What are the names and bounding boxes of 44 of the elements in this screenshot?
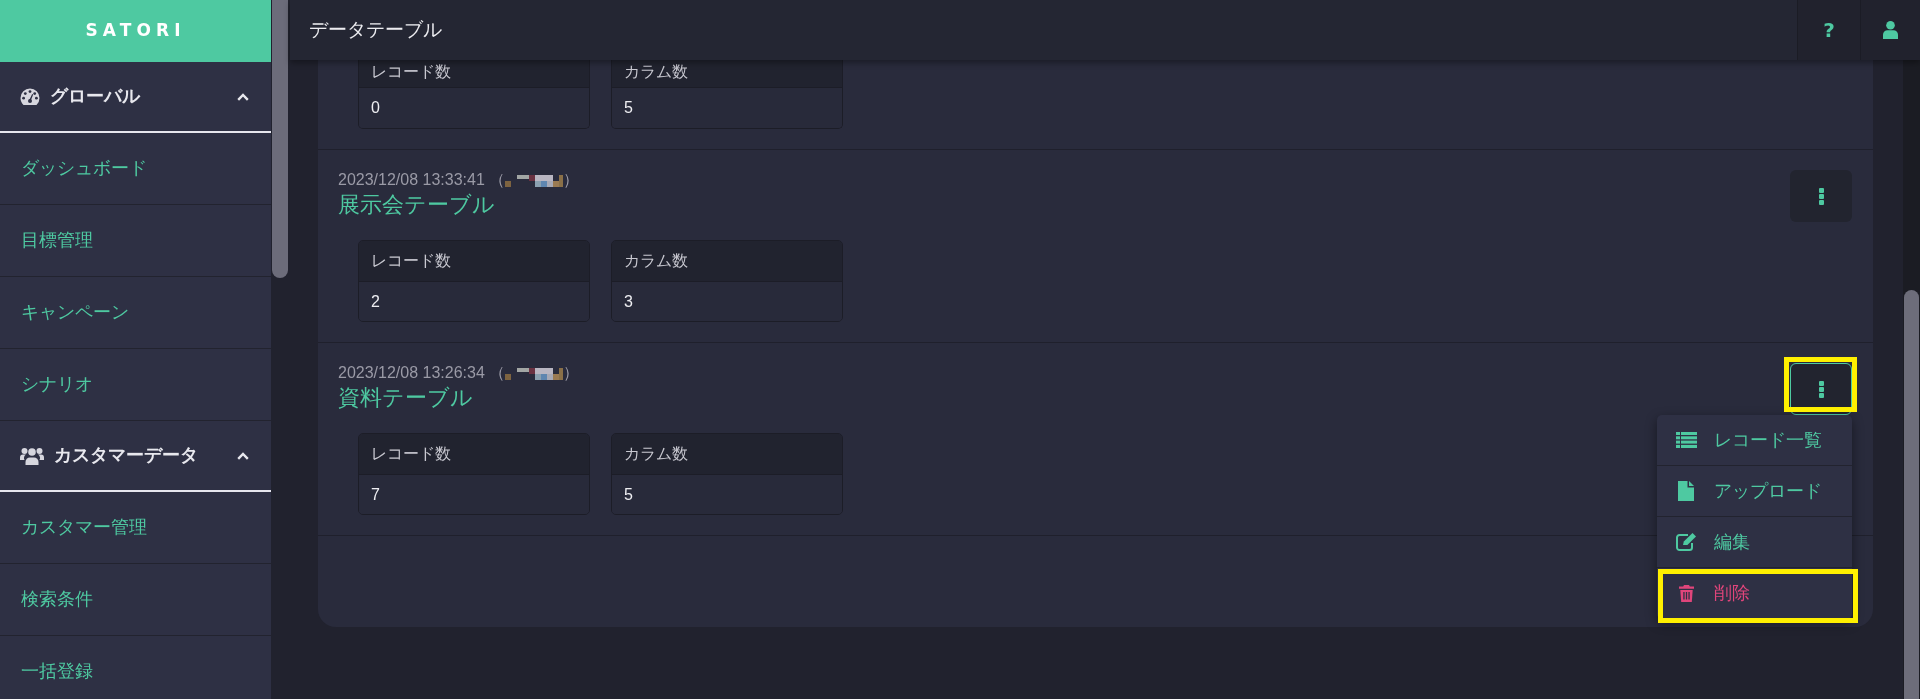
sidebar-item[interactable]: 一括登録 [0,636,271,699]
scrollbar-thumb[interactable] [272,0,288,278]
parenthesis-text: （ [488,170,505,190]
help-button[interactable]: ? [1797,0,1860,60]
menu-item[interactable]: アップロード [1657,466,1852,517]
parenthesis-text: （ [488,363,505,383]
user-icon [1883,21,1898,39]
pixelated-name-drawing [504,175,563,187]
trash-icon [1679,585,1694,602]
parenthesis-text: ） [562,363,579,383]
pixelated-name-drawing [504,368,563,380]
vertical-dots-icon [1818,380,1824,398]
sidebar-item[interactable]: ダッシュボード [0,133,271,205]
file-icon [1678,481,1694,501]
scrollbar-track[interactable] [1903,60,1920,699]
table-title-link[interactable]: 展示会テーブル [338,190,495,220]
timestamp-text: 2023/12/08 13:33:41 [338,170,485,190]
sidebar-item[interactable]: 検索条件 [0,564,271,636]
users-icon [20,446,44,465]
user-button[interactable] [1860,0,1920,60]
stat-label-cell: カラム数 [612,241,842,282]
page-title: データテーブル [308,17,442,42]
sidebar-item[interactable]: 目標管理 [0,205,271,277]
section-header[interactable]: カスタマーデータ [0,421,271,492]
edit-icon [1676,533,1697,551]
stat-label-cell: レコード数 [359,434,589,475]
menu-item[interactable]: 編集 [1657,517,1852,568]
vertical-dots-icon [1818,187,1824,205]
sidebar-item[interactable]: カスタマー管理 [0,492,271,564]
parenthesis-text: ） [562,170,579,190]
stat-label-cell: レコード数 [359,60,589,88]
scrollbar-thumb[interactable] [1904,290,1919,699]
stat-label-cell: カラム数 [612,434,842,475]
menu-item[interactable]: 削除 [1657,568,1852,619]
table-title-link[interactable]: 資料テーブル [338,383,473,413]
stat-label-cell: カラム数 [612,60,842,88]
sidebar-item[interactable]: キャンペーン [0,277,271,349]
gauge-icon [20,88,40,105]
menu-item[interactable]: レコード一覧 [1657,415,1852,466]
list-icon [1676,432,1697,448]
stat-label-cell: レコード数 [359,241,589,282]
sidebar-item[interactable]: シナリオ [0,349,271,421]
section-header[interactable]: グローバル [0,62,271,133]
timestamp-text: 2023/12/08 13:26:34 [338,363,485,383]
